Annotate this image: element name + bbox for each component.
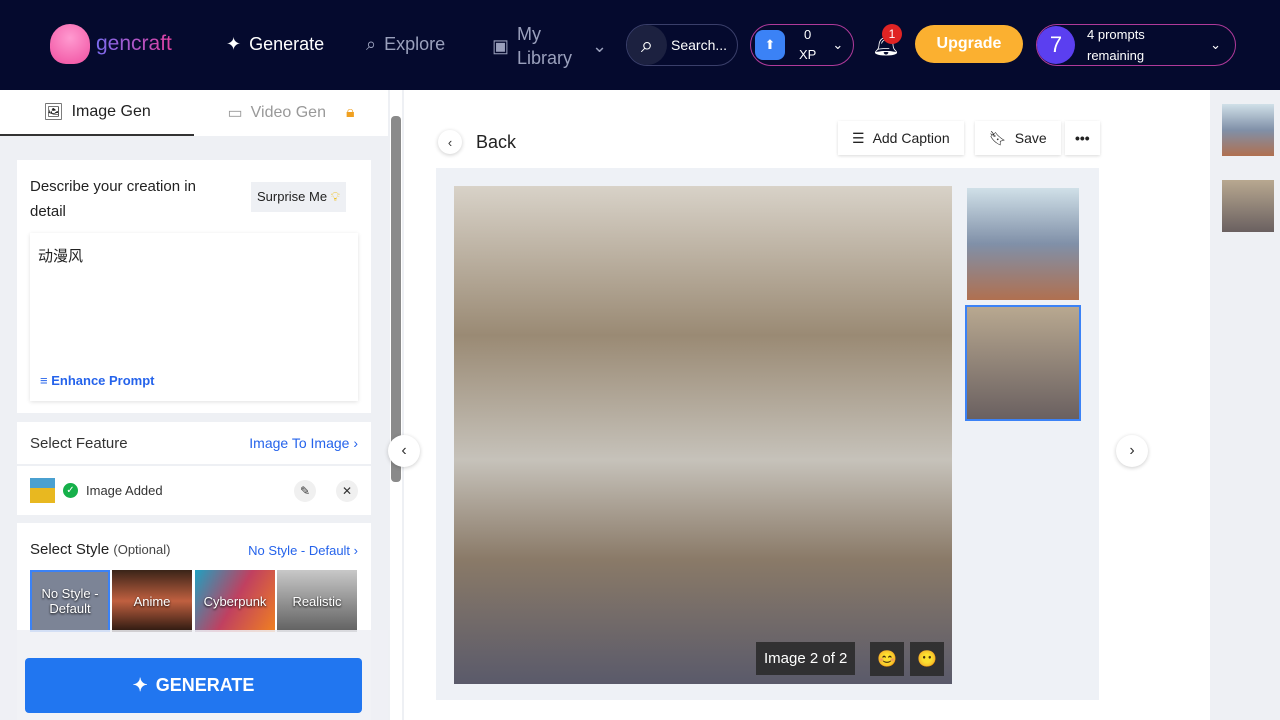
neutral-reaction-icon[interactable]: 😶 (910, 642, 944, 676)
nav-explore[interactable]: ⌕ Explore (366, 34, 445, 55)
check-icon: ✓ (63, 483, 78, 498)
save-button[interactable]: 🔖︎ Save (975, 121, 1061, 155)
top-nav: gencraft ✦ Generate ⌕ Explore ▣ My Library ⌄ … (0, 0, 1280, 90)
search-button[interactable]: ⌕ Search... (626, 24, 738, 66)
next-image-button[interactable]: › (1116, 435, 1148, 467)
lock-icon: 🔒︎ (345, 104, 355, 121)
add-caption-button[interactable]: ☰ Add Caption (838, 121, 964, 155)
image-panel: Image 2 of 2 😊 😶 (436, 168, 1099, 700)
style-cyberpunk[interactable]: Cyberpunk (195, 570, 275, 632)
image-counter: Image 2 of 2 (756, 642, 856, 675)
nav-generate[interactable]: ✦ Generate (226, 34, 324, 55)
notifications-bell-icon[interactable]: 🔔︎ 1 (872, 24, 902, 58)
smile-reaction-icon[interactable]: 😊 (870, 642, 904, 676)
generate-button[interactable]: ✦ GENERATE (25, 658, 362, 713)
search-icon: ⌕ (627, 25, 667, 65)
lightbulb-icon: 💡︎ (330, 189, 340, 204)
xp-dropdown[interactable]: ⬆ 0 XP ⌄ (750, 24, 854, 66)
style-selector-link[interactable]: No Style - Default › (248, 543, 358, 558)
xp-badge-icon: ⬆ (755, 30, 785, 60)
history-strip (1210, 90, 1280, 720)
image-added-row: ✓ Image Added ✎ ✕ (17, 466, 371, 515)
prompt-card: Describe your creation in detail Surpris… (17, 160, 371, 413)
search-icon: ⌕ (366, 34, 377, 54)
chevron-down-icon: ⌄ (592, 36, 608, 56)
image-viewer: ‹ Back ☰ Add Caption 🔖︎ Save ••• Image 2 of… (388, 90, 1210, 720)
generated-image[interactable] (454, 186, 952, 684)
video-icon: ▭ (227, 105, 243, 122)
history-thumbnail[interactable] (1222, 104, 1274, 156)
remove-image-icon[interactable]: ✕ (336, 479, 358, 502)
style-realistic[interactable]: Realistic (277, 570, 357, 632)
enhance-icon: ≡ (40, 373, 48, 388)
chevron-right-icon: › (353, 435, 358, 451)
notification-badge: 1 (882, 24, 902, 44)
select-feature-row[interactable]: Select Feature Image To Image › (17, 422, 371, 464)
prompt-textarea[interactable]: 动漫风 ≡ Enhance Prompt (30, 233, 358, 401)
chevron-down-icon: ⌄ (1210, 37, 1221, 52)
prompts-count-badge: 7 (1037, 26, 1075, 64)
octopus-logo-icon (50, 24, 90, 64)
uploaded-image-thumbnail (30, 478, 55, 503)
chevron-down-icon: ⌄ (832, 37, 844, 52)
sparkles-icon: ✦ (132, 675, 148, 695)
tab-video-gen[interactable]: ▭ Video Gen 🔒︎ (194, 90, 388, 136)
sparkles-icon: ✦ (226, 34, 242, 54)
caption-icon: ☰ (852, 129, 865, 146)
gallery-icon: ▣ (492, 36, 510, 56)
style-anime[interactable]: Anime (112, 570, 192, 632)
thumbnail-1[interactable] (967, 188, 1079, 300)
upgrade-button[interactable]: Upgrade (915, 25, 1023, 63)
image-icon: 🖼︎ (43, 104, 64, 121)
enhance-prompt-button[interactable]: ≡ Enhance Prompt (40, 373, 155, 388)
more-options-icon[interactable]: ••• (1065, 121, 1100, 155)
back-button[interactable]: ‹ Back (438, 130, 516, 154)
chevron-left-icon: ‹ (438, 130, 462, 154)
prompts-dropdown[interactable]: 74 prompts remaining ⌄ (1036, 24, 1236, 66)
history-thumbnail[interactable] (1222, 180, 1274, 232)
thumbnail-2-selected[interactable] (965, 305, 1081, 421)
nav-library[interactable]: ▣ My Library ⌄ (492, 22, 607, 70)
sidebar: 🖼︎ Image Gen ▭ Video Gen 🔒︎ Describe your c… (0, 90, 388, 720)
surprise-me-button[interactable]: Surprise Me 💡︎ (251, 182, 346, 212)
tab-image-gen[interactable]: 🖼︎ Image Gen (0, 90, 194, 136)
logo[interactable]: gencraft (50, 24, 172, 64)
sidebar-scrollbar[interactable] (390, 90, 402, 720)
style-no-style[interactable]: No Style - Default (30, 570, 110, 632)
bookmark-icon: 🔖︎ (989, 129, 1007, 146)
prev-image-button[interactable]: ‹ (388, 435, 420, 467)
edit-pencil-icon[interactable]: ✎ (294, 479, 316, 502)
